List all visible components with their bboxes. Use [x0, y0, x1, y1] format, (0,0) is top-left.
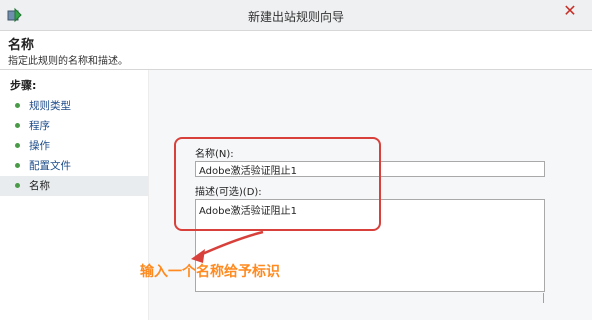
step-program[interactable]: 程序 — [0, 116, 148, 136]
step-label: 规则类型 — [29, 100, 71, 112]
annotation-text: 输入一个名称给予标识 — [140, 264, 280, 280]
step-bullet-icon — [15, 143, 20, 148]
title-bar: 新建出站规则向导 ✕ — [0, 0, 592, 31]
step-bullet-icon — [15, 183, 20, 188]
cursor-mark — [543, 293, 548, 303]
wizard-header: 名称 指定此规则的名称和描述。 — [0, 31, 592, 70]
steps-heading: 步骤: — [10, 79, 37, 92]
steps-sidebar: 步骤: 规则类型 程序 操作 配置文件 名称 — [0, 70, 149, 320]
step-label: 名称 — [29, 180, 50, 192]
step-name[interactable]: 名称 — [0, 176, 148, 196]
step-profile[interactable]: 配置文件 — [0, 156, 148, 176]
step-rule-type[interactable]: 规则类型 — [0, 96, 148, 116]
step-label: 操作 — [29, 140, 50, 152]
main-panel: 名称(N): 描述(可选)(D): Adobe激活验证阻止1 — [149, 70, 592, 320]
step-label: 配置文件 — [29, 160, 71, 172]
highlight-box — [174, 137, 381, 231]
step-bullet-icon — [15, 123, 20, 128]
step-bullet-icon — [15, 103, 20, 108]
page-title: 名称 — [8, 38, 35, 53]
step-label: 程序 — [29, 120, 50, 132]
step-action[interactable]: 操作 — [0, 136, 148, 156]
close-icon[interactable]: ✕ — [555, 0, 585, 22]
step-list: 规则类型 程序 操作 配置文件 名称 — [0, 96, 148, 196]
step-bullet-icon — [15, 163, 20, 168]
page-description: 指定此规则的名称和描述。 — [8, 56, 128, 67]
window-title: 新建出站规则向导 — [247, 10, 344, 24]
